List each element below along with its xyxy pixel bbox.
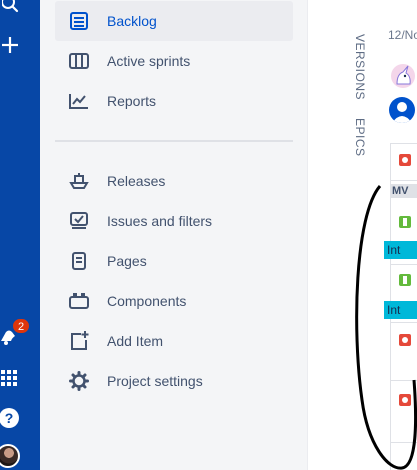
tab-epics[interactable]: EPICS: [353, 118, 367, 157]
bug-icon: [399, 154, 411, 166]
sprint-date: 12/No: [388, 28, 417, 42]
backlog-main: VERSIONS EPICS 12/No MV Int Int: [309, 0, 417, 470]
sidebar-divider: [55, 140, 293, 142]
sidebar-item-add-item[interactable]: Add Item: [55, 321, 293, 361]
sidebar-item-label: Active sprints: [107, 53, 191, 69]
help-icon[interactable]: ?: [0, 407, 20, 429]
project-sidebar: Backlog Active sprints Reports Releases …: [40, 0, 308, 470]
version-label[interactable]: MV: [390, 184, 417, 198]
sidebar-item-project-settings[interactable]: Project settings: [55, 361, 293, 401]
sidebar-item-label: Pages: [107, 253, 147, 269]
backlog-icon: [69, 11, 89, 31]
sidebar-item-label: Releases: [107, 173, 166, 189]
row-divider: [391, 264, 417, 265]
tab-versions[interactable]: VERSIONS: [353, 34, 367, 100]
sidebar-item-label: Components: [107, 293, 187, 309]
board-icon: [69, 51, 89, 71]
issues-filters-icon: [69, 211, 89, 231]
assignee-avatar[interactable]: [389, 97, 415, 123]
global-navigation: 2 ?: [0, 0, 40, 470]
row-divider: [391, 380, 417, 381]
app-switcher-icon[interactable]: [0, 367, 20, 389]
bug-icon: [399, 334, 411, 346]
sidebar-item-label: Reports: [107, 93, 157, 109]
sidebar-item-components[interactable]: Components: [55, 281, 293, 321]
sidebar-item-label: Add Item: [107, 333, 164, 349]
components-icon: [69, 291, 89, 311]
sidebar-item-releases[interactable]: Releases: [55, 161, 293, 201]
create-icon[interactable]: [0, 34, 22, 56]
gear-icon: [69, 371, 89, 391]
epic-label[interactable]: Int: [384, 241, 417, 259]
sidebar-item-issues-and-filters[interactable]: Issues and filters: [55, 201, 293, 241]
sidebar-item-active-sprints[interactable]: Active sprints: [55, 41, 293, 81]
epic-label[interactable]: Int: [384, 301, 417, 319]
notification-count-badge: 2: [12, 318, 30, 334]
sidebar-item-pages[interactable]: Pages: [55, 241, 293, 281]
row-divider: [391, 322, 417, 323]
sidebar-item-label: Issues and filters: [107, 213, 213, 229]
sidebar-item-label: Backlog: [107, 13, 157, 29]
row-divider: [391, 180, 417, 181]
search-icon[interactable]: [0, 0, 22, 16]
unicorn-icon: [391, 64, 415, 88]
profile-avatar[interactable]: [0, 444, 20, 468]
issue-list: MV Int Int: [384, 143, 417, 470]
add-item-icon: [69, 331, 89, 351]
help-glyph: ?: [0, 408, 19, 428]
ship-icon: [69, 171, 89, 191]
bug-icon: [399, 394, 411, 406]
story-icon: [399, 216, 411, 228]
row-divider: [391, 442, 417, 443]
sidebar-item-backlog[interactable]: Backlog: [55, 1, 293, 41]
sidebar-item-reports[interactable]: Reports: [55, 81, 293, 121]
reports-icon: [69, 91, 89, 111]
page-icon: [69, 251, 89, 271]
story-icon: [399, 274, 411, 286]
sidebar-item-label: Project settings: [107, 373, 203, 389]
